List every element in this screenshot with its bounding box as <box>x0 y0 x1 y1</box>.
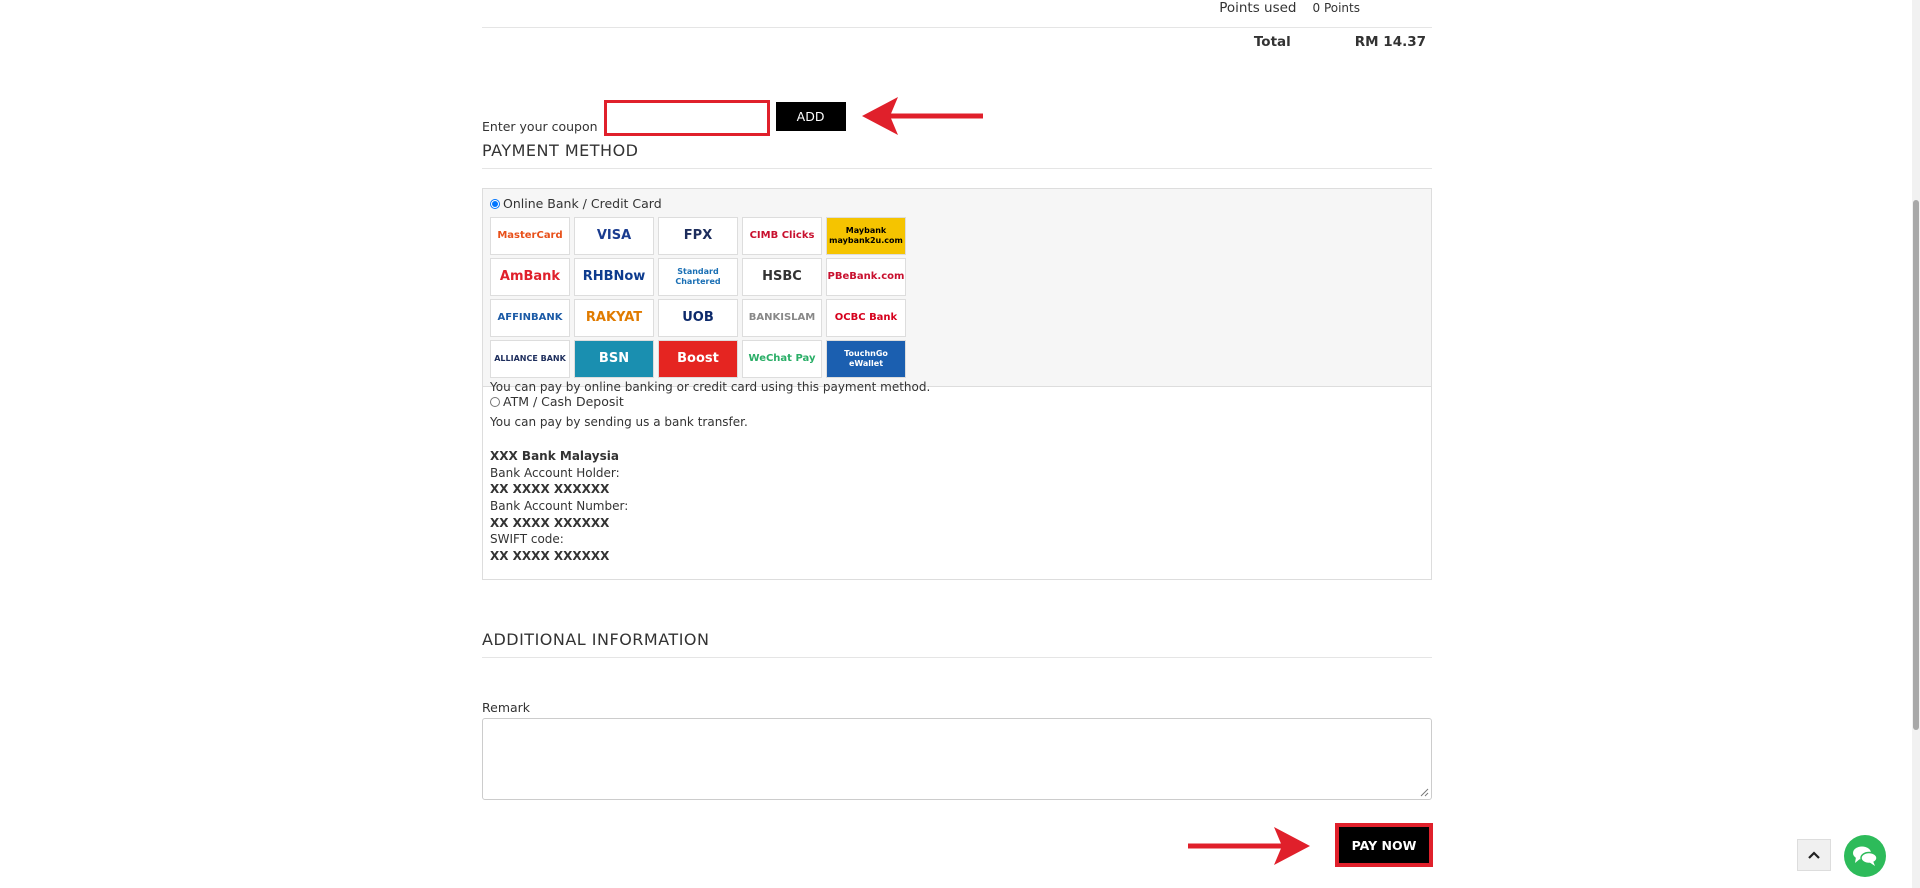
logo-text: Standard Chartered <box>675 267 721 286</box>
logo-text: Maybank maybank2u.com <box>829 226 903 245</box>
total-label: Total <box>1253 34 1291 50</box>
hsbc-logo: HSBC <box>742 258 822 296</box>
points-value: 0 Points <box>1312 1 1361 15</box>
payment-option-atm: ATM / Cash Deposit You can pay by sendin… <box>483 387 1431 579</box>
pay-now-button[interactable]: PAY NOW <box>1335 823 1433 867</box>
logo-text: BANKISLAM <box>748 312 816 323</box>
remark-label: Remark <box>482 700 531 715</box>
coupon-input[interactable] <box>603 100 770 136</box>
chat-button[interactable] <box>1844 835 1886 877</box>
coupon-label: Enter your coupon <box>482 118 598 134</box>
holder-value: XX XXXX XXXXXX <box>490 482 610 497</box>
coupon-arrow-icon <box>862 97 983 135</box>
standard-chartered-logo: Standard Chartered <box>658 258 738 296</box>
holder-label: Bank Account Holder: <box>490 465 620 480</box>
points-label: Points used <box>1219 0 1297 16</box>
visa-logo: VISA <box>574 217 654 255</box>
total-row: Total RM 14.37 <box>1254 34 1426 50</box>
resize-grip-icon[interactable] <box>1420 788 1429 797</box>
logo-text: BSN <box>598 351 630 366</box>
swift-label: SWIFT code: <box>490 532 564 547</box>
logo-text: PBeBank.com <box>827 271 905 282</box>
remark-textarea[interactable] <box>482 718 1432 800</box>
alliance-bank-logo: ALLIANCE BANK <box>490 340 570 378</box>
payment-options: Online Bank / Credit Card MasterCard VISA… <box>482 188 1432 580</box>
logo-text: TouchnGo eWallet <box>844 349 888 368</box>
rhbnow-logo: RHBNow <box>574 258 654 296</box>
chat-icon <box>1853 846 1878 866</box>
affinbank-logo: AFFINBANK <box>490 299 570 337</box>
coupon-row: Enter your coupon ADD <box>482 100 846 136</box>
boost-logo: Boost <box>658 340 738 378</box>
remark-wrapper <box>482 718 1432 800</box>
payment-option-online: Online Bank / Credit Card MasterCard VISA… <box>483 189 1431 394</box>
logo-text: UOB <box>682 310 714 325</box>
account-number-label: Bank Account Number: <box>490 498 629 513</box>
pay-now-arrow-icon <box>1188 827 1310 865</box>
cimb-clicks-logo: CIMB Clicks <box>742 217 822 255</box>
logo-text: AmBank <box>499 269 561 284</box>
additional-info-title: ADDITIONAL INFORMATION <box>482 630 1432 658</box>
payment-method-title: PAYMENT METHOD <box>482 141 1432 169</box>
online-bank-label: Online Bank / Credit Card <box>503 196 662 211</box>
online-bank-option[interactable]: Online Bank / Credit Card <box>490 196 1424 211</box>
account-number-value: XX XXXX XXXXXX <box>490 515 610 530</box>
logo-text: CIMB Clicks <box>749 230 815 241</box>
logo-text: AFFINBANK <box>497 312 563 323</box>
ambank-logo: AmBank <box>490 258 570 296</box>
pbebank-logo: PBeBank.com <box>826 258 906 296</box>
touchngo-logo: TouchnGo eWallet <box>826 340 906 378</box>
wechat-pay-logo: WeChat Pay <box>742 340 822 378</box>
scrollbar[interactable] <box>1912 0 1920 888</box>
atm-description: You can pay by sending us a bank transfe… <box>490 414 748 429</box>
chevron-up-icon <box>1808 851 1820 859</box>
mastercard-logo: MasterCard <box>490 217 570 255</box>
bsn-logo: BSN <box>574 340 654 378</box>
swift-value: XX XXXX XXXXXX <box>490 548 610 563</box>
logo-text: RHBNow <box>582 269 646 284</box>
atm-option[interactable]: ATM / Cash Deposit <box>490 394 1424 411</box>
bank-name: XXX Bank Malaysia <box>490 449 619 464</box>
logo-text: RAKYAT <box>585 310 643 325</box>
ocbc-logo: OCBC Bank <box>826 299 906 337</box>
logo-text: FPX <box>683 228 713 243</box>
atm-radio[interactable] <box>490 397 500 408</box>
online-bank-radio[interactable] <box>490 198 500 209</box>
summary-divider <box>482 27 1432 28</box>
add-coupon-button[interactable]: ADD <box>775 102 846 131</box>
logo-text: WeChat Pay <box>748 353 816 364</box>
maybank-logo: Maybank maybank2u.com <box>826 217 906 255</box>
bank-islam-logo: BANKISLAM <box>742 299 822 337</box>
fpx-logo: FPX <box>658 217 738 255</box>
atm-label: ATM / Cash Deposit <box>503 394 624 409</box>
scrollbar-thumb[interactable] <box>1913 200 1919 730</box>
payment-logos: MasterCard VISA FPX CIMB Clicks Maybank mayb… <box>490 217 1424 378</box>
back-to-top-button[interactable] <box>1797 839 1831 871</box>
logo-text: HSBC <box>762 269 802 284</box>
bank-rakyat-logo: RAKYAT <box>574 299 654 337</box>
logo-text: OCBC Bank <box>834 312 898 323</box>
uob-logo: UOB <box>658 299 738 337</box>
logo-text: MasterCard <box>497 230 563 241</box>
logo-text: Boost <box>677 351 719 366</box>
logo-text: ALLIANCE BANK <box>494 354 566 363</box>
total-value: RM 14.37 <box>1354 34 1426 50</box>
points-row: Points used 0 Points <box>1219 0 1360 16</box>
logo-text: VISA <box>596 228 632 243</box>
bank-details: XXX Bank Malaysia Bank Account Holder: X… <box>490 448 1424 564</box>
